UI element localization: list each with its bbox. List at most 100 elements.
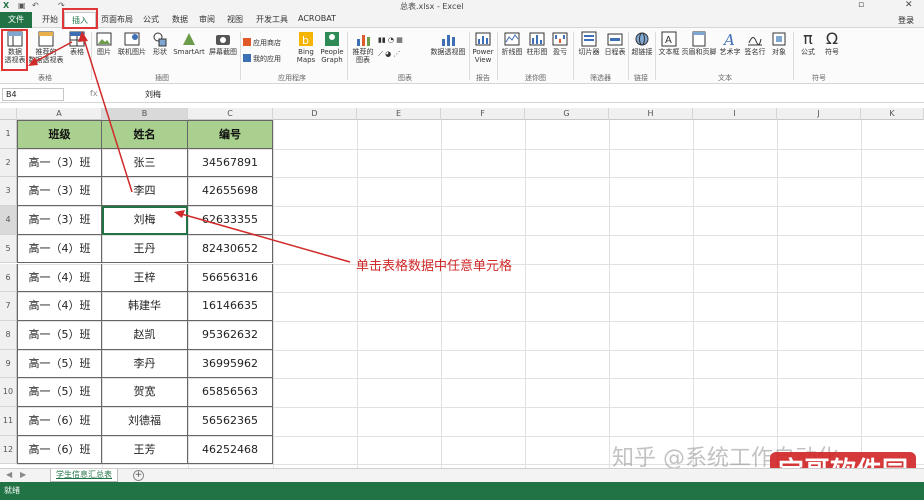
picture-button[interactable]: 图片 (94, 31, 114, 56)
cell-a7[interactable]: 高一（4）班 (17, 292, 102, 321)
sheet-nav-right-icon[interactable]: ▶ (20, 470, 26, 479)
row-header-7[interactable]: 7 (0, 292, 17, 321)
tab-data[interactable]: 数据 (172, 14, 188, 25)
minimize-button[interactable]: ▫ (858, 0, 864, 10)
cell-c6[interactable]: 56656316 (188, 263, 273, 293)
cell-a2[interactable]: 高一（3）班 (17, 148, 102, 178)
row-header-12[interactable]: 12 (0, 435, 17, 465)
header-footer-button[interactable]: 页眉和页脚 (681, 31, 717, 56)
row-header-1[interactable]: 1 (0, 120, 17, 149)
tab-formulas[interactable]: 公式 (143, 14, 159, 25)
cell-c10[interactable]: 65856563 (188, 378, 273, 407)
cell-a8[interactable]: 高一（5）班 (17, 320, 102, 350)
row-header-5[interactable]: 5 (0, 234, 17, 264)
column-header-k[interactable]: K (861, 108, 924, 120)
cell-c12[interactable]: 46252468 (188, 435, 273, 465)
cell-b3[interactable]: 李四 (102, 177, 188, 207)
chart-types-row1[interactable]: ▮▮ ◔ ▦ (378, 36, 403, 44)
cell-a10[interactable]: 高一（5）班 (17, 378, 102, 407)
table-header-c[interactable]: 编号 (188, 120, 273, 149)
cell-b11[interactable]: 刘德福 (102, 407, 188, 436)
row-header-3[interactable]: 3 (0, 177, 17, 207)
app-store-button[interactable]: 应用商店 (243, 38, 281, 48)
cell-a9[interactable]: 高一（5）班 (17, 349, 102, 379)
table-header-a[interactable]: 班级 (17, 120, 102, 149)
cell-c8[interactable]: 95362632 (188, 320, 273, 350)
shapes-button[interactable]: 形状 (150, 31, 170, 56)
tab-home[interactable]: 开始 (42, 14, 58, 25)
slicer-button[interactable]: 切片器 (576, 31, 602, 56)
cell-b4[interactable]: 刘梅 (102, 206, 188, 235)
column-header-c[interactable]: C (188, 108, 273, 120)
signature-line-button[interactable]: 签名行 (743, 31, 767, 56)
name-box[interactable]: B4 (2, 88, 64, 101)
cell-c11[interactable]: 56562365 (188, 407, 273, 436)
column-header-b[interactable]: B (102, 108, 188, 120)
table-header-b[interactable]: 姓名 (102, 120, 188, 149)
online-picture-button[interactable]: 联机图片 (116, 31, 148, 56)
column-header-i[interactable]: I (693, 108, 777, 120)
add-sheet-icon[interactable]: + (133, 470, 144, 481)
people-graph-button[interactable]: People Graph (319, 31, 345, 64)
sparkline-column-button[interactable]: 柱形图 (525, 31, 549, 56)
symbol-button[interactable]: Ω 符号 (821, 31, 843, 57)
cell-c2[interactable]: 34567891 (188, 148, 273, 178)
cell-a3[interactable]: 高一（3）班 (17, 177, 102, 207)
equation-button[interactable]: π 公式 (797, 31, 819, 57)
cell-b6[interactable]: 王梓 (102, 263, 188, 293)
cell-b5[interactable]: 王丹 (102, 234, 188, 264)
column-header-e[interactable]: E (357, 108, 441, 120)
smartart-button[interactable]: SmartArt (172, 31, 206, 56)
cell-a5[interactable]: 高一（4）班 (17, 234, 102, 264)
tab-review[interactable]: 审阅 (199, 14, 215, 25)
cell-a4[interactable]: 高一（3）班 (17, 206, 102, 235)
column-header-d[interactable]: D (273, 108, 357, 120)
column-header-f[interactable]: F (441, 108, 525, 120)
power-view-button[interactable]: Power View (471, 31, 495, 64)
tab-developer[interactable]: 开发工具 (256, 14, 288, 25)
tab-page-layout[interactable]: 页面布局 (101, 14, 133, 25)
sparkline-line-button[interactable]: 折线图 (500, 31, 524, 56)
undo-icon[interactable]: ↶ (32, 1, 39, 10)
object-button[interactable]: 对象 (768, 31, 790, 56)
row-header-8[interactable]: 8 (0, 320, 17, 350)
tab-acrobat[interactable]: ACROBAT (298, 14, 336, 23)
cell-c7[interactable]: 16146635 (188, 292, 273, 321)
row-header-10[interactable]: 10 (0, 378, 17, 407)
wordart-button[interactable]: A 艺术字 (718, 31, 742, 56)
column-header-g[interactable]: G (525, 108, 609, 120)
formula-input[interactable]: 刘梅 (145, 89, 161, 100)
fx-icon[interactable]: fx (90, 89, 98, 98)
cell-b7[interactable]: 韩建华 (102, 292, 188, 321)
close-button[interactable]: ✕ (905, 0, 913, 10)
cell-a6[interactable]: 高一（4）班 (17, 263, 102, 293)
cell-c3[interactable]: 42655698 (188, 177, 273, 207)
hyperlink-button[interactable]: 超链接 (631, 31, 653, 56)
save-icon[interactable]: ▣ (18, 1, 26, 10)
cell-b2[interactable]: 张三 (102, 148, 188, 178)
timeline-button[interactable]: 日程表 (603, 31, 627, 56)
select-all-corner[interactable] (0, 108, 17, 120)
cell-b9[interactable]: 李丹 (102, 349, 188, 379)
row-header-4[interactable]: 4 (0, 206, 17, 235)
column-header-h[interactable]: H (609, 108, 693, 120)
sparkline-winloss-button[interactable]: 盈亏 (550, 31, 570, 56)
cell-c5[interactable]: 82430652 (188, 234, 273, 264)
cell-b10[interactable]: 贺宽 (102, 378, 188, 407)
cell-c4[interactable]: 62633355 (188, 206, 273, 235)
recommended-pivot-button[interactable]: 推荐的 数据透视表 (28, 31, 64, 64)
my-apps-button[interactable]: 我的应用 (243, 54, 281, 64)
chart-types-row2[interactable]: ⟋ ◕ ⋰ (378, 50, 400, 59)
sheet-tab[interactable]: 学生信息汇总表 (50, 469, 118, 482)
sheet-nav-left-icon[interactable]: ◀ (6, 470, 12, 479)
row-header-6[interactable]: 6 (0, 263, 17, 293)
pivot-chart-button[interactable]: 数据透视图 (428, 31, 468, 56)
cell-c9[interactable]: 36995962 (188, 349, 273, 379)
tab-view[interactable]: 视图 (227, 14, 243, 25)
cell-b12[interactable]: 王芳 (102, 435, 188, 465)
cell-b8[interactable]: 赵凯 (102, 320, 188, 350)
row-header-9[interactable]: 9 (0, 349, 17, 379)
cell-a11[interactable]: 高一（6）班 (17, 407, 102, 436)
login-link[interactable]: 登录 (898, 15, 914, 26)
screenshot-button[interactable]: 屏幕截图 (207, 31, 239, 56)
